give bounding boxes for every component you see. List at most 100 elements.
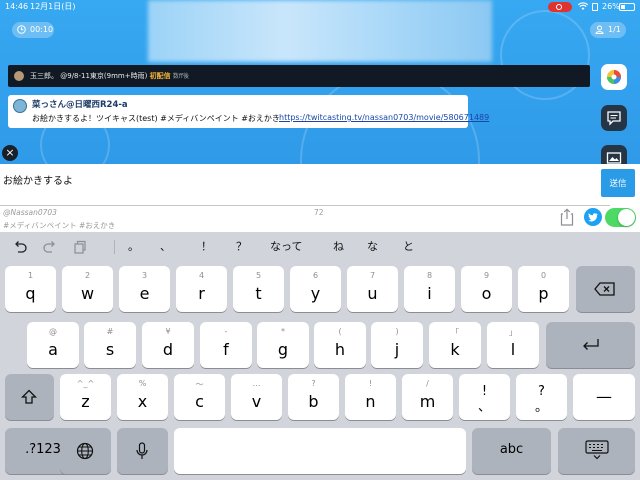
return-key[interactable] bbox=[546, 322, 635, 368]
key-alt: 0 bbox=[540, 271, 547, 280]
battery-icon bbox=[619, 3, 635, 11]
status-time: 14:46 bbox=[5, 2, 29, 11]
abc-key[interactable]: abc bbox=[472, 428, 551, 474]
paste-icon[interactable] bbox=[72, 239, 88, 255]
key-q[interactable]: 1q bbox=[5, 266, 56, 312]
key-label: l bbox=[510, 340, 516, 359]
key-z[interactable]: ^_^ z bbox=[60, 374, 111, 420]
suggestion[interactable]: ね bbox=[333, 238, 344, 254]
undo-icon[interactable] bbox=[12, 239, 28, 255]
key-alt: - bbox=[224, 327, 228, 336]
paint-button[interactable] bbox=[601, 64, 627, 90]
suggestion[interactable]: ？ bbox=[236, 238, 247, 254]
key-alt: ) bbox=[395, 327, 399, 336]
key-label: n bbox=[365, 392, 376, 411]
globe-key[interactable] bbox=[60, 428, 111, 474]
key-b[interactable]: ? b bbox=[288, 374, 339, 420]
status-date: 12月1日(日) bbox=[30, 2, 76, 11]
close-button[interactable]: × bbox=[2, 145, 18, 161]
suggestion[interactable]: と bbox=[403, 238, 414, 254]
comment-composer: 送信 bbox=[0, 164, 640, 208]
key-j[interactable]: ) j bbox=[371, 322, 423, 368]
key-h[interactable]: (h bbox=[314, 322, 366, 368]
bubble-link[interactable]: https://twitcasting.tv/nassan0703/movie/… bbox=[279, 113, 489, 122]
key-r[interactable]: 4r bbox=[176, 266, 227, 312]
key-i[interactable]: 8i bbox=[404, 266, 455, 312]
key-alt: 7 bbox=[369, 271, 376, 280]
image-button[interactable] bbox=[601, 145, 627, 165]
key-alt: / bbox=[426, 379, 429, 388]
globe-icon bbox=[76, 442, 94, 460]
key-dash[interactable]: — bbox=[573, 374, 635, 420]
send-button[interactable]: 送信 bbox=[601, 169, 635, 197]
key-comma[interactable]: !、 bbox=[459, 374, 510, 420]
hashtags: #メディバンペイント #おえかき bbox=[3, 221, 116, 230]
key-alt: % bbox=[138, 379, 147, 388]
comment-input[interactable] bbox=[3, 171, 593, 187]
key-alt: 6 bbox=[312, 271, 319, 280]
comment-bubble[interactable]: 菜っさん@日曜西R24-a お絵かきするよ！ツイキャス(test) #メディバン… bbox=[8, 95, 489, 128]
key-m[interactable]: / m bbox=[402, 374, 453, 420]
key-k[interactable]: 「k bbox=[429, 322, 481, 368]
key-v[interactable]: … v bbox=[231, 374, 282, 420]
key-label: t bbox=[255, 284, 262, 303]
key-o[interactable]: 9o bbox=[461, 266, 512, 312]
key-label: z bbox=[81, 392, 90, 411]
suggestion-bar: 。 、 ！ ？ なって ね な と bbox=[0, 232, 640, 262]
key-t[interactable]: 5t bbox=[233, 266, 284, 312]
comment-strip[interactable]: 玉三郎。 @9/8-11東京(9mm+時雨) 初配信 数ff後 bbox=[8, 65, 590, 87]
key-d[interactable]: ¥ d bbox=[142, 322, 194, 368]
tweet-toggle[interactable] bbox=[605, 208, 636, 227]
key-n[interactable]: ! n bbox=[345, 374, 396, 420]
comment-button[interactable] bbox=[601, 105, 627, 131]
clock-icon bbox=[17, 25, 26, 34]
timer-value: 00:10 bbox=[30, 25, 54, 34]
broadcast-timer: 00:10 bbox=[12, 22, 54, 38]
suggestion[interactable]: な bbox=[367, 238, 378, 254]
key-u[interactable]: 7u bbox=[347, 266, 398, 312]
dictation-key[interactable] bbox=[117, 428, 168, 474]
suggestion[interactable]: ！ bbox=[201, 238, 212, 254]
shift-icon bbox=[21, 389, 37, 404]
key-period[interactable]: ?。 bbox=[516, 374, 567, 420]
key-f[interactable]: -f bbox=[200, 322, 252, 368]
suggestion[interactable]: 、 bbox=[160, 238, 171, 254]
key-e[interactable]: 3e bbox=[119, 266, 170, 312]
hide-keyboard-key[interactable] bbox=[558, 428, 635, 474]
key-alt: 8 bbox=[426, 271, 433, 280]
key-w[interactable]: 2w bbox=[62, 266, 113, 312]
share-icon[interactable] bbox=[560, 208, 574, 226]
key-label: q bbox=[25, 284, 36, 303]
redo-icon[interactable] bbox=[42, 239, 58, 255]
twitter-button[interactable] bbox=[584, 208, 602, 226]
key-p[interactable]: 0p bbox=[518, 266, 569, 312]
key-alt: 9 bbox=[483, 271, 490, 280]
key-label: g bbox=[277, 340, 289, 359]
key-l[interactable]: 」 l bbox=[487, 322, 539, 368]
key-g[interactable]: * g bbox=[257, 322, 309, 368]
suggestion[interactable]: なって bbox=[270, 238, 302, 254]
key-c[interactable]: 〜 c bbox=[174, 374, 225, 420]
shift-key[interactable] bbox=[5, 374, 54, 420]
backspace-key[interactable] bbox=[576, 266, 635, 312]
toggle-knob bbox=[618, 209, 635, 226]
key-x[interactable]: % x bbox=[117, 374, 168, 420]
key-label: b bbox=[308, 392, 319, 411]
orientation-lock-icon bbox=[592, 3, 598, 11]
suggestion[interactable]: 。 bbox=[128, 238, 139, 254]
key-s[interactable]: # s bbox=[84, 322, 136, 368]
key-label: k bbox=[450, 340, 460, 359]
twitter-bird-icon bbox=[588, 213, 598, 222]
key-y[interactable]: 6y bbox=[290, 266, 341, 312]
key-alt: 4 bbox=[198, 271, 205, 280]
wifi-icon bbox=[578, 2, 588, 10]
microphone-icon bbox=[136, 442, 148, 459]
comment-tail: 数ff後 bbox=[172, 73, 189, 80]
status-bar: 14:46 12月1日(日) 26% bbox=[0, 0, 640, 14]
space-key[interactable] bbox=[174, 428, 466, 474]
viewer-count[interactable]: 1/1 bbox=[590, 22, 626, 38]
image-icon bbox=[606, 152, 622, 164]
key-a[interactable]: @ a bbox=[27, 322, 79, 368]
key-label: m bbox=[419, 392, 436, 411]
key-label: 。 bbox=[534, 400, 548, 415]
